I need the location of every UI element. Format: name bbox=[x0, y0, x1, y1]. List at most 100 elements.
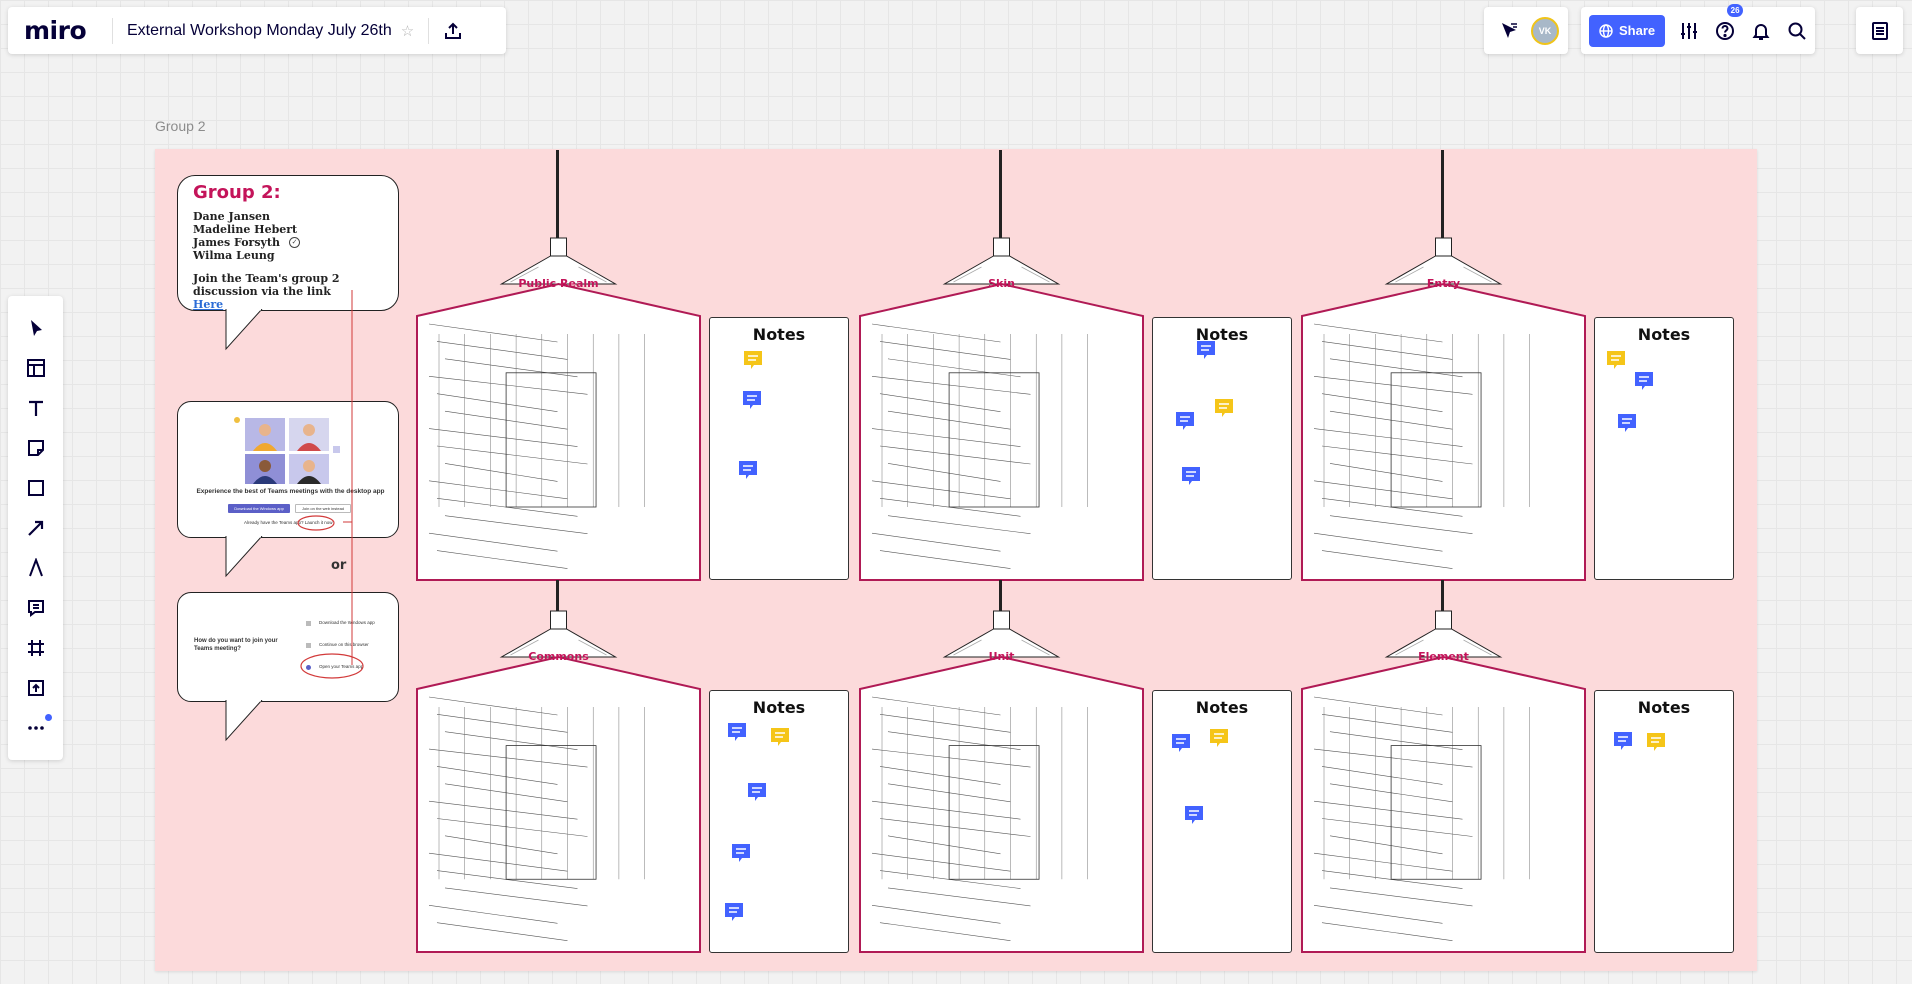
notes-card[interactable]: Notes bbox=[709, 317, 849, 580]
arrow-tool[interactable] bbox=[16, 508, 56, 548]
comment-marker-icon[interactable] bbox=[1183, 804, 1205, 826]
red-circle-annotation bbox=[297, 515, 335, 531]
miro-logo[interactable]: miro bbox=[8, 16, 112, 45]
globe-icon bbox=[1599, 23, 1613, 38]
comment-marker-icon[interactable] bbox=[1612, 730, 1634, 752]
house-label: Element bbox=[1418, 650, 1469, 663]
divider bbox=[428, 17, 430, 44]
comment-marker-icon[interactable] bbox=[723, 901, 745, 923]
house-card[interactable] bbox=[858, 150, 1145, 584]
notes-title: Notes bbox=[1195, 325, 1249, 344]
comment-marker-icon[interactable] bbox=[1616, 412, 1638, 434]
pen-icon bbox=[28, 558, 43, 577]
search-button[interactable] bbox=[1779, 11, 1815, 51]
comment-marker-icon[interactable] bbox=[1605, 349, 1627, 371]
comment-marker-icon[interactable] bbox=[1170, 732, 1192, 754]
member-name: James Forsyth bbox=[193, 236, 280, 249]
house-label: Commons bbox=[528, 650, 589, 663]
templates-tool[interactable] bbox=[16, 348, 56, 388]
avatar[interactable]: VK bbox=[1531, 16, 1559, 45]
teams-link[interactable]: Here bbox=[193, 298, 223, 311]
comment-marker-icon[interactable] bbox=[1645, 731, 1667, 753]
member-name: Dane Jansen bbox=[193, 210, 271, 223]
upload-tool[interactable] bbox=[16, 668, 56, 708]
share-label: Share bbox=[1619, 23, 1656, 38]
notes-title: Notes bbox=[1637, 698, 1691, 717]
frame-tool[interactable] bbox=[16, 628, 56, 668]
connector-line bbox=[343, 290, 353, 665]
comment-tool[interactable] bbox=[16, 588, 56, 628]
house-card[interactable] bbox=[1300, 580, 1587, 956]
board-menu-button[interactable] bbox=[1856, 7, 1903, 54]
shape-tool[interactable] bbox=[16, 468, 56, 508]
comment-marker-icon[interactable] bbox=[1174, 410, 1196, 432]
frame-icon bbox=[27, 640, 44, 656]
pen-tool[interactable] bbox=[16, 548, 56, 588]
ellipsis-icon bbox=[27, 726, 44, 730]
sliders-icon bbox=[1681, 22, 1698, 39]
join-instructions: Join the Team's group 2 discussion via t… bbox=[193, 272, 363, 311]
comment-marker-icon[interactable] bbox=[1180, 465, 1202, 487]
document-list-icon bbox=[1871, 21, 1888, 40]
board-actions-panel: Share 26 bbox=[1581, 3, 1815, 54]
option-icon bbox=[306, 643, 311, 648]
cursor-wave-icon bbox=[1502, 22, 1517, 38]
house-label: Unit bbox=[988, 650, 1015, 663]
notes-card[interactable]: Notes bbox=[1152, 317, 1292, 580]
comment-marker-icon[interactable] bbox=[742, 349, 764, 371]
cursor-icon bbox=[30, 320, 42, 336]
comment-icon bbox=[27, 600, 44, 617]
comment-marker-icon[interactable] bbox=[1208, 727, 1230, 749]
bell-icon bbox=[1752, 23, 1770, 40]
teams-meeting-illustration bbox=[234, 417, 340, 484]
arrow-icon bbox=[27, 520, 43, 536]
notes-title: Notes bbox=[752, 698, 806, 717]
comment-marker-icon[interactable] bbox=[737, 459, 759, 481]
board-header: miro External Workshop Monday July 26th … bbox=[8, 7, 506, 54]
board-title[interactable]: External Workshop Monday July 26th bbox=[113, 22, 392, 40]
question-icon bbox=[1716, 21, 1735, 40]
notes-title: Notes bbox=[752, 325, 806, 344]
export-button[interactable] bbox=[433, 11, 473, 51]
new-indicator-dot bbox=[44, 714, 52, 721]
notifications-button[interactable] bbox=[1743, 11, 1779, 51]
bubble-tail bbox=[225, 309, 263, 351]
comment-marker-icon[interactable] bbox=[1213, 397, 1235, 419]
member-name: Wilma Leung bbox=[193, 249, 275, 262]
help-button[interactable]: 26 bbox=[1707, 3, 1744, 51]
sticky-note-tool[interactable] bbox=[16, 428, 56, 468]
house-label: Public Realm bbox=[518, 277, 599, 290]
search-icon bbox=[1788, 22, 1806, 40]
house-card[interactable] bbox=[415, 580, 702, 956]
bubble-tail bbox=[225, 536, 263, 578]
join-question: How do you want to join your Teams meeti… bbox=[194, 638, 278, 652]
settings-button[interactable] bbox=[1671, 11, 1707, 51]
text-tool[interactable] bbox=[16, 388, 56, 428]
comment-marker-icon[interactable] bbox=[746, 781, 768, 803]
collaboration-panel: VK bbox=[1484, 7, 1568, 54]
house-card[interactable] bbox=[858, 580, 1145, 956]
member-name: Madeline Hebert bbox=[193, 223, 298, 236]
comment-marker-icon[interactable] bbox=[741, 389, 763, 411]
comment-marker-icon[interactable] bbox=[726, 721, 748, 743]
frame-label[interactable]: Group 2 bbox=[155, 118, 206, 134]
download-windows-app-button[interactable]: Download the Windows app bbox=[228, 504, 290, 513]
house-card[interactable] bbox=[415, 150, 702, 584]
sticky-note-icon bbox=[27, 440, 44, 456]
share-button[interactable]: Share bbox=[1589, 14, 1666, 47]
layout-icon bbox=[26, 359, 45, 377]
notes-title: Notes bbox=[1195, 698, 1249, 717]
comment-marker-icon[interactable] bbox=[730, 842, 752, 864]
rectangle-icon bbox=[27, 480, 44, 496]
upload-icon bbox=[445, 22, 462, 39]
reactions-button[interactable] bbox=[1493, 11, 1525, 51]
house-card[interactable] bbox=[1300, 150, 1587, 584]
star-icon[interactable]: ☆ bbox=[401, 22, 414, 40]
select-tool[interactable] bbox=[16, 308, 56, 348]
more-tools[interactable] bbox=[16, 708, 56, 748]
comment-marker-icon[interactable] bbox=[1633, 370, 1655, 392]
comment-marker-icon[interactable] bbox=[1195, 339, 1217, 361]
join-web-label: Join on the web instead bbox=[301, 506, 345, 511]
upload-icon bbox=[27, 680, 44, 696]
comment-marker-icon[interactable] bbox=[769, 726, 791, 748]
